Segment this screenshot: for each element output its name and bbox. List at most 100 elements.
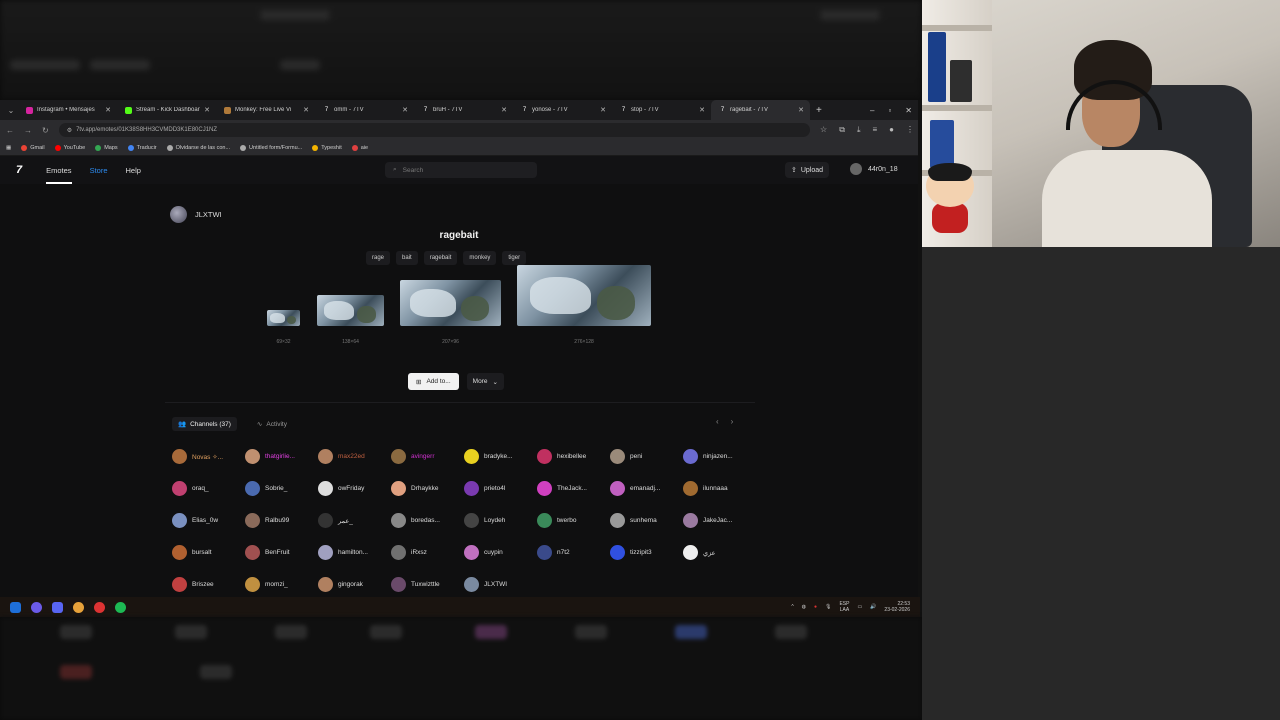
channel-item[interactable]: iRxsz: [391, 544, 464, 561]
tab-channels[interactable]: 👥 Channels (37): [172, 417, 237, 431]
channel-item[interactable]: emanadj...: [610, 480, 683, 497]
apps-icon[interactable]: ▦: [6, 145, 11, 151]
browser-tab[interactable]: 7 stop - 7TV ✕: [612, 100, 711, 120]
bookmark-item[interactable]: Olvidarse de las con...: [166, 144, 230, 151]
language-indicator[interactable]: ESP LAA: [839, 601, 849, 613]
close-tab-icon[interactable]: ✕: [600, 106, 606, 114]
emote-tag[interactable]: monkey: [463, 251, 497, 265]
7tv-logo[interactable]: 7: [16, 164, 22, 176]
chrome-icon[interactable]: [73, 601, 84, 613]
browser-tab[interactable]: 7 omm - 7TV ✕: [315, 100, 414, 120]
star-icon[interactable]: ☆: [820, 125, 827, 135]
emote-preview-4x[interactable]: 276×128: [517, 265, 651, 345]
close-tab-icon[interactable]: ✕: [402, 106, 408, 114]
tray-app-icon[interactable]: ◍: [802, 604, 806, 610]
channel-item[interactable]: prieto4l: [464, 480, 537, 497]
prev-page-icon[interactable]: ‹: [716, 417, 719, 426]
channel-item[interactable]: عزي: [683, 544, 756, 561]
nav-emotes[interactable]: Emotes: [46, 166, 73, 184]
channel-item[interactable]: max22ed: [318, 448, 391, 465]
start-icon[interactable]: [10, 601, 21, 613]
browser-tab[interactable]: Stream - Kick Dashboard ✕: [117, 100, 216, 120]
emote-tag[interactable]: tiger: [502, 251, 527, 265]
channel-item[interactable]: gingorak: [318, 576, 391, 593]
tray-chevron-icon[interactable]: ^: [791, 604, 793, 610]
bookmark-item[interactable]: Traducir: [127, 144, 157, 151]
nav-store[interactable]: Store: [90, 166, 108, 175]
channel-item[interactable]: hexibellee: [537, 448, 610, 465]
bookmark-item[interactable]: Typeshit: [312, 144, 342, 151]
add-to-button[interactable]: ⊞ Add to...: [408, 373, 459, 390]
site-info-icon[interactable]: ⚙: [67, 127, 72, 134]
channel-item[interactable]: Drhaykke: [391, 480, 464, 497]
channel-item[interactable]: owFriday: [318, 480, 391, 497]
reload-icon[interactable]: ↻: [42, 126, 49, 135]
emote-tag[interactable]: rage: [366, 251, 391, 265]
channel-item[interactable]: oraq_: [172, 480, 245, 497]
obs-icon[interactable]: [94, 601, 105, 613]
menu-icon[interactable]: ⋮: [906, 125, 914, 135]
close-tab-icon[interactable]: ✕: [699, 106, 705, 114]
channel-item[interactable]: cuypin: [464, 544, 537, 561]
channel-item[interactable]: BenFruit: [245, 544, 318, 561]
channel-item[interactable]: Tuxwizttle: [391, 576, 464, 593]
channel-item[interactable]: sunhema: [610, 512, 683, 529]
forward-icon[interactable]: →: [24, 126, 32, 135]
channel-item[interactable]: bradyke...: [464, 448, 537, 465]
browser-tab[interactable]: Monkey: Free Live Vi ✕: [216, 100, 315, 120]
channel-item[interactable]: momzi_: [245, 576, 318, 593]
minimize-icon[interactable]: –: [870, 106, 874, 115]
channel-item[interactable]: peni: [610, 448, 683, 465]
close-tab-icon[interactable]: ✕: [204, 106, 210, 114]
discord-icon[interactable]: [52, 601, 63, 613]
channel-item[interactable]: n7t2: [537, 544, 610, 561]
more-button[interactable]: More ⌄: [466, 373, 504, 390]
mic-icon[interactable]: 🎙: [825, 604, 831, 610]
emote-tag[interactable]: ragebait: [423, 251, 458, 265]
maximize-icon[interactable]: ▫: [888, 106, 891, 115]
channel-item[interactable]: bursalt: [172, 544, 245, 561]
channel-item[interactable]: tizzipit3: [610, 544, 683, 561]
channel-item[interactable]: Ralbu99: [245, 512, 318, 529]
emote-preview-3x[interactable]: 207×96: [400, 280, 501, 345]
channel-item[interactable]: ilunnaaa: [683, 480, 756, 497]
channel-item[interactable]: JakeJac...: [683, 512, 756, 529]
network-icon[interactable]: ▭: [857, 604, 862, 610]
bookmark-item[interactable]: Maps: [95, 144, 118, 151]
channel-item[interactable]: Sobrie_: [245, 480, 318, 497]
nav-help[interactable]: Help: [126, 166, 141, 175]
volume-icon[interactable]: 🔊: [870, 604, 876, 610]
media-icon[interactable]: ≡: [872, 125, 877, 135]
url-bar[interactable]: ⚙ 7tv.app/emotes/01K38S8HH3CVMDD3K1E80CJ…: [58, 123, 811, 137]
new-tab-button[interactable]: +: [816, 105, 822, 116]
browser-tab[interactable]: 7 bruH - 7TV ✕: [414, 100, 513, 120]
user-menu[interactable]: 44r0n_18: [850, 163, 898, 175]
close-tab-icon[interactable]: ✕: [105, 106, 111, 114]
emote-preview-2x[interactable]: 138×64: [317, 280, 384, 345]
emote-preview-1x[interactable]: 69×32: [267, 280, 300, 345]
channel-item[interactable]: عمر_: [318, 512, 391, 529]
channel-item[interactable]: boredas...: [391, 512, 464, 529]
bookmark-item[interactable]: Untitled form/Formu...: [240, 144, 302, 151]
emote-owner[interactable]: JLXTWI: [170, 206, 222, 223]
channel-item[interactable]: avingerr: [391, 448, 464, 465]
bookmark-item[interactable]: aie: [351, 144, 368, 151]
channel-item[interactable]: ninjazen...: [683, 448, 756, 465]
search-taskbar-icon[interactable]: [31, 601, 42, 613]
spotify-icon[interactable]: [115, 601, 126, 613]
channel-item[interactable]: twerbo: [537, 512, 610, 529]
emote-tag[interactable]: bait: [396, 251, 418, 265]
channel-item[interactable]: hamilton...: [318, 544, 391, 561]
tab-search-icon[interactable]: ⌄: [4, 106, 18, 115]
close-tab-icon[interactable]: ✕: [501, 106, 507, 114]
close-window-icon[interactable]: ✕: [905, 106, 912, 115]
browser-tab[interactable]: Instagram • Mensajes ✕: [18, 100, 117, 120]
browser-tab[interactable]: 7 ragebait - 7TV ✕: [711, 100, 810, 120]
extensions-icon[interactable]: ⧉: [839, 125, 845, 135]
download-icon[interactable]: ⤓: [857, 125, 861, 135]
tab-activity[interactable]: ∿ Activity: [251, 417, 293, 431]
channel-item[interactable]: Loydeh: [464, 512, 537, 529]
channel-item[interactable]: TheJack...: [537, 480, 610, 497]
channel-item[interactable]: Novas ✧...: [172, 448, 245, 465]
channel-item[interactable]: Elias_0w: [172, 512, 245, 529]
